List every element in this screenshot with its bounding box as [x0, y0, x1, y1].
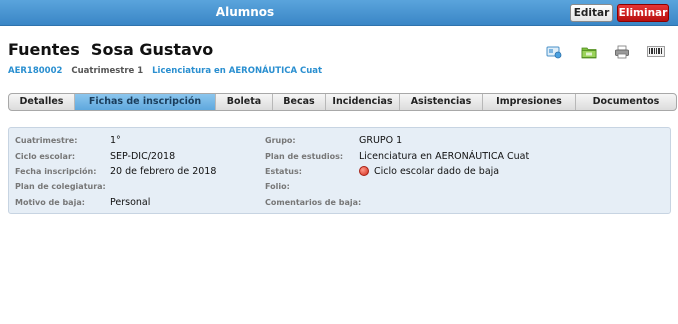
cuatrimestre-value: 1° — [110, 135, 121, 146]
edit-button[interactable]: Editar — [570, 4, 613, 22]
plan-colegiatura-label: Plan de colegiatura: — [15, 182, 106, 191]
student-licenciatura[interactable]: Licenciatura en AERONÁUTICA Cuat — [152, 66, 322, 76]
motivo-baja-label: Motivo de baja: — [15, 198, 85, 207]
tab-asistencias[interactable]: Asistencias — [400, 94, 483, 110]
tab-bar: Detalles Fichas de inscripción Boleta Be… — [8, 93, 677, 111]
estatus-value-wrap: Ciclo escolar dado de baja — [359, 166, 499, 177]
barcode-icon[interactable] — [647, 44, 665, 58]
plan-estudios-label: Plan de estudios: — [265, 152, 344, 161]
fecha-inscripcion-label: Fecha inscripción: — [15, 167, 97, 176]
cuatrimestre-label: Cuatrimestre: — [15, 136, 78, 145]
card-icon[interactable] — [546, 44, 562, 59]
tab-incidencias[interactable]: Incidencias — [326, 94, 400, 110]
folio-label: Folio: — [265, 182, 290, 191]
enrollment-details-panel: Cuatrimestre: 1° Ciclo escolar: SEP-DIC/… — [8, 127, 671, 214]
fecha-inscripcion-value: 20 de febrero de 2018 — [110, 166, 217, 177]
estatus-label: Estatus: — [265, 167, 302, 176]
printer-icon[interactable] — [614, 44, 630, 59]
tab-boleta[interactable]: Boleta — [216, 94, 273, 110]
ciclo-escolar-value: SEP-DIC/2018 — [110, 151, 176, 162]
folder-icon[interactable] — [581, 44, 597, 59]
plan-estudios-value: Licenciatura en AERONÁUTICA Cuat — [359, 151, 530, 162]
grupo-label: Grupo: — [265, 136, 296, 145]
tab-fichas-de-inscripcion[interactable]: Fichas de inscripción — [75, 94, 216, 110]
comentarios-baja-label: Comentarios de baja: — [265, 198, 362, 207]
student-subline: AER180002 Cuatrimestre 1 Licenciatura en… — [8, 66, 322, 76]
student-name: Fuentes Sosa Gustavo — [8, 40, 214, 59]
status-indicator-icon — [359, 166, 369, 176]
delete-button[interactable]: Eliminar — [617, 4, 669, 22]
page-title: Alumnos — [215, 5, 275, 19]
tab-becas[interactable]: Becas — [273, 94, 326, 110]
student-code[interactable]: AER180002 — [8, 66, 62, 76]
ciclo-escolar-label: Ciclo escolar: — [15, 152, 76, 161]
student-cuatrimestre: Cuatrimestre 1 — [71, 66, 144, 76]
grupo-value: GRUPO 1 — [359, 135, 403, 146]
tab-detalles[interactable]: Detalles — [9, 94, 75, 110]
estatus-value: Ciclo escolar dado de baja — [374, 166, 500, 177]
tab-documentos[interactable]: Documentos — [576, 94, 676, 110]
motivo-baja-value: Personal — [110, 197, 151, 208]
header-bar: Alumnos Editar Eliminar — [0, 0, 678, 26]
tab-impresiones[interactable]: Impresiones — [483, 94, 576, 110]
